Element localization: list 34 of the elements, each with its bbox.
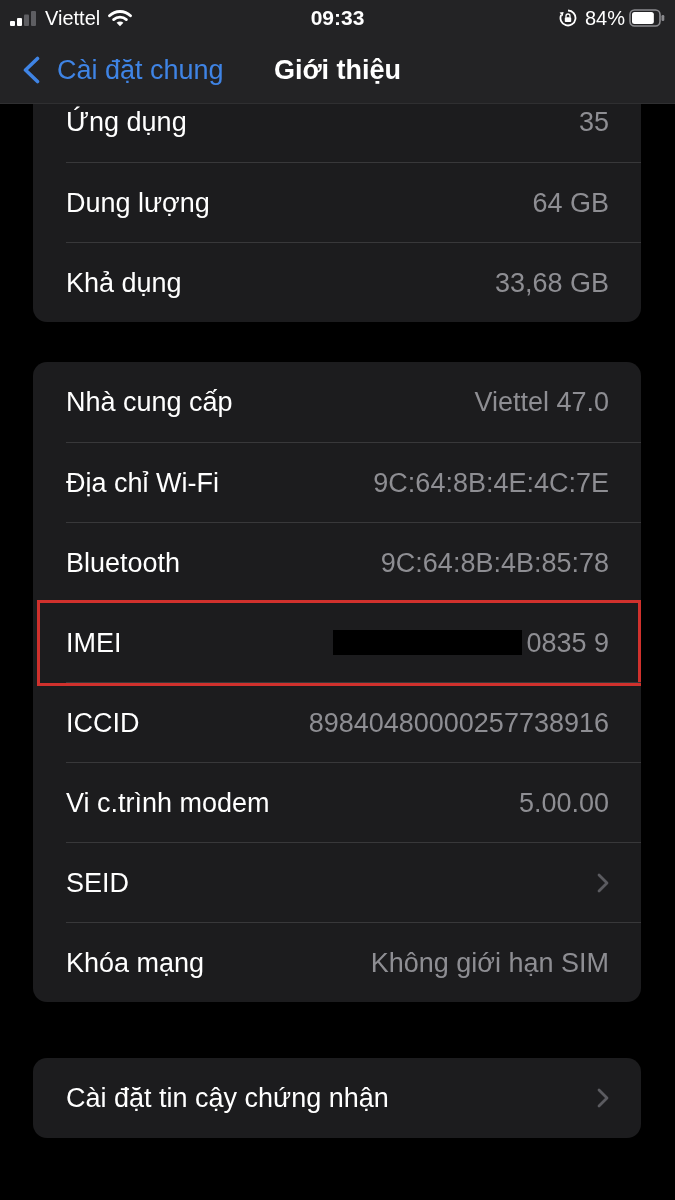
row-value: Viettel 47.0	[474, 386, 609, 419]
page-title: Giới thiệu	[273, 53, 402, 87]
row-label: IMEI	[66, 626, 122, 660]
chevron-right-icon	[597, 872, 609, 893]
rotation-lock-icon	[558, 9, 577, 27]
row-value: 89840480000257738916	[308, 706, 609, 740]
row-value: 9C:64:8B:4B:85:78	[380, 546, 609, 580]
chevron-right-icon	[597, 1088, 609, 1108]
row-value: 0835 9	[526, 626, 609, 660]
row-label: Ứng dụng	[66, 105, 187, 139]
chevron-left-icon	[22, 55, 40, 84]
battery-percent: 84%	[584, 6, 625, 30]
row-value: 64 GB	[532, 186, 609, 220]
back-button[interactable]: Cài đặt chung	[0, 48, 230, 91]
status-time: 09:33	[310, 6, 365, 30]
signal-icon	[10, 10, 37, 26]
row-value: 9C:64:8B:4E:4C:7E	[373, 466, 609, 500]
settings-row[interactable]: Cài đặt tin cậy chứng nhận	[33, 1058, 641, 1138]
battery-icon	[629, 9, 665, 27]
settings-row[interactable]: SEID	[33, 842, 641, 922]
row-value: 5.00.00	[518, 786, 609, 820]
row-value: Không giới hạn SIM	[370, 946, 609, 980]
row-value: 33,68 GB	[494, 266, 609, 300]
row-label: Nhà cung cấp	[66, 386, 233, 419]
row-label: ICCID	[66, 706, 140, 740]
wifi-icon	[108, 9, 133, 27]
row-label: Vi c.trình modem	[66, 786, 270, 820]
row-value: 35	[578, 106, 609, 139]
row-label: Bluetooth	[66, 546, 181, 580]
row-label: Địa chỉ Wi-Fi	[66, 466, 219, 500]
carrier-name: Viettel	[45, 6, 101, 30]
row-label: Dung lượng	[66, 186, 210, 220]
row-label: Khả dụng	[66, 266, 182, 300]
row-label: Khóa mạng	[66, 946, 205, 980]
